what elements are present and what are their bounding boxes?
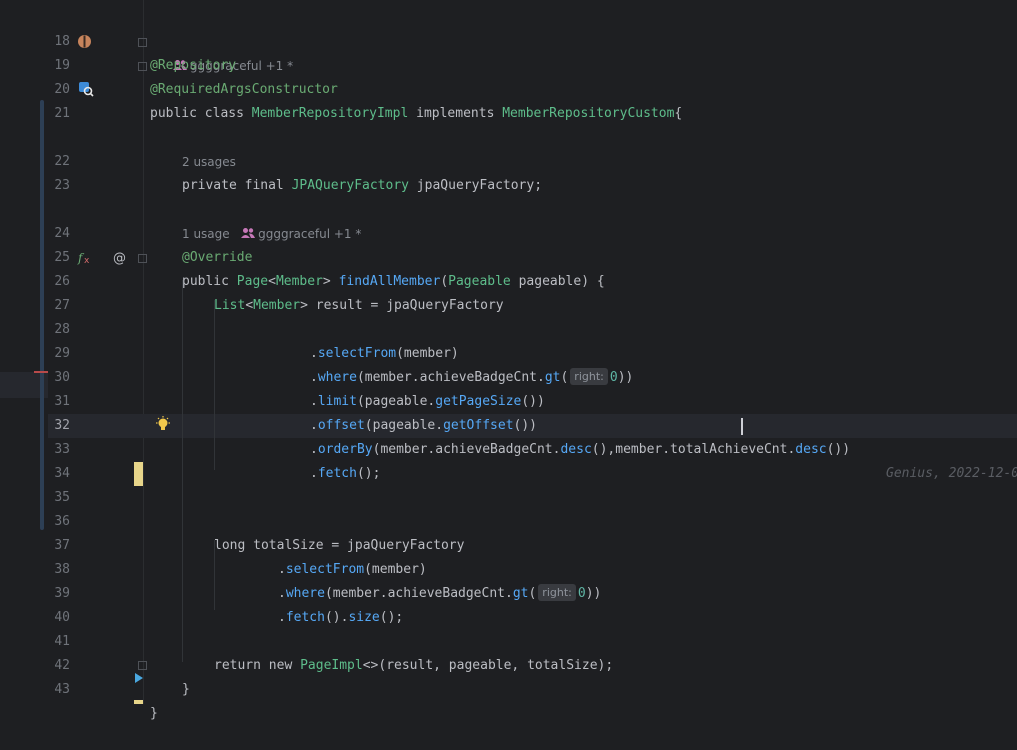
text-caret — [741, 418, 743, 435]
structure-scroll-indicator[interactable] — [40, 100, 44, 530]
method-call: fetch — [285, 610, 325, 625]
method-call: size — [348, 610, 380, 625]
code-line[interactable]: .offset(pageable.getOffset()) — [144, 390, 1017, 433]
line-number[interactable]: 40 — [48, 606, 70, 630]
line-number[interactable]: 21 — [48, 102, 70, 126]
code-line[interactable]: .selectFrom(member) — [144, 534, 1017, 577]
line-number[interactable]: 34 — [48, 462, 70, 486]
line-number[interactable]: 29 — [48, 342, 70, 366]
code-line[interactable]: return new PageImpl<>(result, pageable, … — [144, 630, 1017, 673]
code-line[interactable]: List<Member> result = jpaQueryFactory — [144, 270, 1017, 313]
line-number[interactable]: 28 — [48, 318, 70, 342]
line-number[interactable]: 18 — [48, 30, 70, 54]
git-blame-annotation[interactable]: Genius, 2022-12-0 — [886, 462, 1017, 486]
type-name: JPAQueryFactory — [291, 178, 409, 193]
line-number[interactable]: 22 — [48, 150, 70, 174]
error-stripe-marker — [34, 371, 48, 373]
code-line-current[interactable]: .orderBy(member.achieveBadgeCnt.desc(),m… — [144, 414, 1017, 481]
line-number[interactable]: 33 — [48, 438, 70, 462]
line-number[interactable]: 42 — [48, 654, 70, 678]
line-number[interactable]: 37 — [48, 534, 70, 558]
line-number[interactable]: 38 — [48, 558, 70, 582]
line-number[interactable]: 27 — [48, 294, 70, 318]
svg-text:@: @ — [113, 251, 126, 266]
line-number[interactable]: 43 — [48, 678, 70, 702]
code-line[interactable]: .fetch(); — [144, 438, 1017, 481]
code-editor[interactable]: ggggraceful +1 * @Repository @RequiredAr… — [144, 0, 1017, 721]
code-line[interactable]: @Repository — [144, 30, 1017, 73]
field-decl: jpaQueryFactory; — [408, 178, 543, 193]
line-number[interactable]: 39 — [48, 582, 70, 606]
type-name: List — [214, 298, 246, 313]
usages-hint[interactable]: 1 usage ggggraceful +1 * — [144, 198, 1017, 241]
generic-open: < — [245, 298, 254, 313]
code-line[interactable]: } — [144, 654, 1017, 697]
paren: (); — [379, 610, 404, 625]
brace: } — [150, 706, 158, 721]
dot: . — [278, 610, 286, 625]
code-line[interactable]: public Page<Member> findAllMember(Pageab… — [144, 246, 1017, 289]
keyword: public class — [150, 106, 252, 121]
brace: { — [674, 106, 683, 121]
code-line[interactable]: @Override — [144, 222, 1017, 265]
dot: . — [310, 466, 318, 481]
line-number[interactable]: 19 — [48, 54, 70, 78]
class-name: MemberRepositoryImpl — [251, 106, 409, 121]
line-number[interactable]: 36 — [48, 510, 70, 534]
type-name: Member — [253, 298, 301, 313]
keyword: private final — [182, 178, 292, 193]
line-number[interactable]: 25 — [48, 246, 70, 270]
author-hint[interactable]: ggggraceful +1 * — [144, 6, 1017, 73]
line-number[interactable]: 24 — [48, 222, 70, 246]
statement: > result = jpaQueryFactory — [300, 298, 504, 313]
code-line[interactable]: .fetch().size(); — [144, 582, 1017, 625]
interface-name: MemberRepositoryCustom — [502, 106, 675, 121]
line-number[interactable]: 30 — [48, 366, 70, 390]
vcs-change-marker[interactable] — [134, 462, 143, 486]
line-number[interactable]: 20 — [48, 78, 70, 102]
line-number[interactable]: 31 — [48, 390, 70, 414]
code-line[interactable]: } — [144, 678, 1017, 721]
code-line[interactable]: .where(member.achieveBadgeCnt.gt(right: 0… — [144, 342, 1017, 385]
code-line[interactable]: long totalSize = jpaQueryFactory — [144, 510, 1017, 553]
line-number[interactable]: 32 — [48, 414, 70, 438]
code-line[interactable]: .selectFrom(member) — [144, 318, 1017, 361]
code-line[interactable]: @RequiredArgsConstructor — [144, 54, 1017, 97]
code-line[interactable]: .limit(pageable.getPageSize()) — [144, 366, 1017, 409]
annotation-at-icon[interactable]: @ — [112, 250, 128, 266]
usages-hint[interactable]: 2 usages — [144, 126, 1017, 169]
line-number[interactable]: 23 — [48, 174, 70, 198]
spring-bean-icon[interactable] — [77, 34, 92, 49]
line-number[interactable]: 26 — [48, 270, 70, 294]
code-line[interactable]: public class MemberRepositoryImpl implem… — [144, 78, 1017, 121]
vcs-change-marker[interactable] — [134, 700, 143, 704]
bean-inspect-icon[interactable] — [78, 81, 94, 97]
code-line[interactable]: .where(member.achieveBadgeCnt.gt(right: 0… — [144, 558, 1017, 601]
line-number[interactable]: 35 — [48, 486, 70, 510]
code-line[interactable]: private final JPAQueryFactory jpaQueryFa… — [144, 150, 1017, 193]
implementation-fx-icon[interactable]: f x — [77, 250, 93, 266]
args: (). — [324, 610, 349, 625]
method-call: fetch — [317, 466, 357, 481]
keyword: implements — [408, 106, 503, 121]
line-number[interactable]: 41 — [48, 630, 70, 654]
svg-text:x: x — [84, 256, 90, 266]
paren: (); — [356, 466, 381, 481]
